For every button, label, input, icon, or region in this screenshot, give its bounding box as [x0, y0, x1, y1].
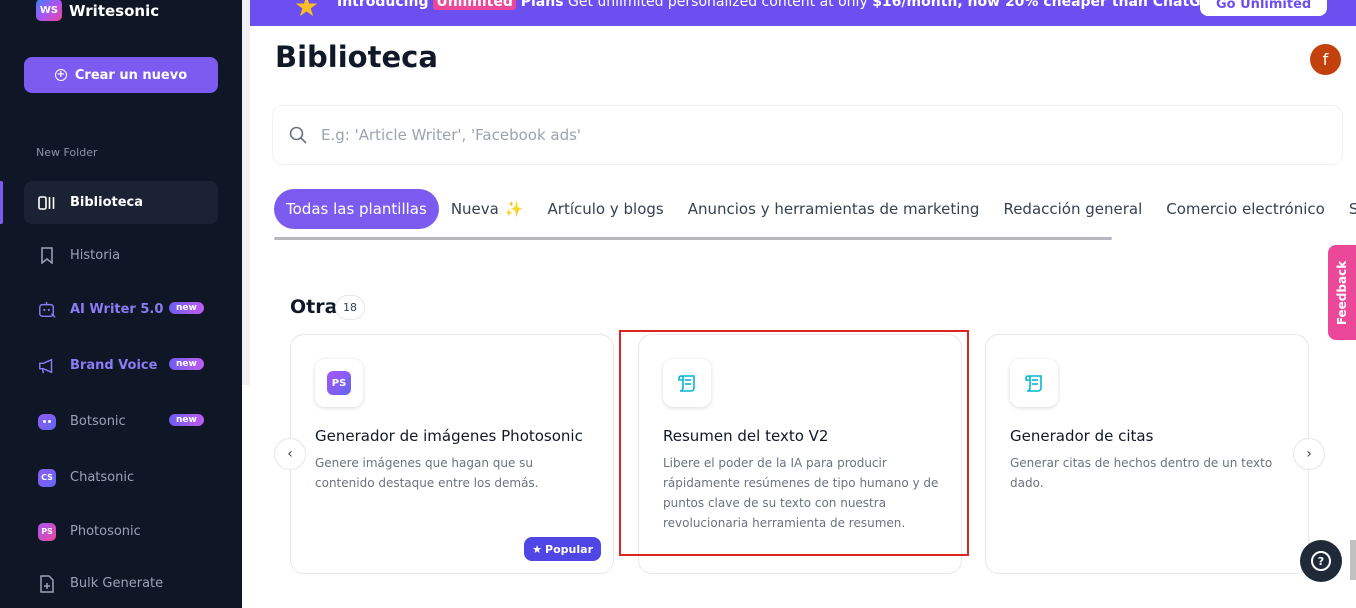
tab-articles-blogs[interactable]: Artículo y blogs	[536, 189, 676, 229]
sidebar-item-botsonic[interactable]: Botsonic new	[24, 400, 218, 443]
tab-new[interactable]: Nueva ✨	[439, 189, 536, 229]
logo-text: Writesonic	[69, 2, 160, 20]
writesonic-logo-icon: WS	[36, 0, 62, 21]
sidebar-item-label: Brand Voice	[70, 358, 158, 373]
help-button[interactable]: ?	[1300, 540, 1342, 582]
chevron-right-icon: ›	[1306, 446, 1312, 462]
card-icon	[1010, 359, 1058, 407]
new-badge: new	[169, 358, 204, 370]
star-icon: ★	[294, 0, 320, 23]
new-badge: new	[169, 414, 204, 426]
popular-badge: ★ Popular	[524, 537, 601, 561]
scroll-icon	[1025, 375, 1042, 392]
sidebar-item-label: AI Writer 5.0	[70, 302, 164, 317]
section-count: 18	[335, 295, 365, 320]
bot-icon	[38, 413, 56, 431]
tab-ecommerce[interactable]: Comercio electrónico	[1154, 189, 1337, 229]
card-title: Generador de imágenes Photosonic	[315, 427, 583, 445]
template-card-photosonic[interactable]: PS Generador de imágenes Photosonic Gene…	[290, 334, 614, 574]
sidebar-item-label: Photosonic	[70, 524, 141, 539]
photosonic-icon: PS	[327, 371, 351, 395]
tab-all-templates[interactable]: Todas las plantillas	[274, 189, 439, 229]
chatsonic-icon: CS	[38, 468, 56, 487]
sidebar-item-ai-writer[interactable]: AI Writer 5.0 new	[24, 288, 218, 331]
sidebar-item-bulk-generate[interactable]: Bulk Generate	[24, 562, 218, 605]
help-icon: ?	[1311, 551, 1331, 571]
carousel-next-button[interactable]: ›	[1293, 438, 1325, 470]
plus-circle-icon: +	[54, 69, 67, 81]
avatar[interactable]: f	[1310, 44, 1341, 75]
banner-text: Introducing Unlimited Plans Get unlimite…	[337, 0, 1224, 10]
template-tabs: Todas las plantillas Nueva ✨ Artículo y b…	[274, 189, 1356, 229]
folder-label[interactable]: New Folder	[36, 146, 97, 159]
search-icon	[289, 126, 307, 144]
sidebar-item-photosonic[interactable]: PS Photosonic	[24, 510, 218, 553]
create-new-label: Crear un nuevo	[74, 67, 188, 83]
sidebar-item-label: Botsonic	[70, 414, 126, 429]
card-title: Generador de citas	[1010, 427, 1154, 445]
card-description: Generar citas de hechos dentro de un tex…	[1010, 456, 1273, 490]
template-card-quote-generator[interactable]: Generador de citas Generar citas de hech…	[985, 334, 1309, 574]
chevron-left-icon: ‹	[287, 446, 293, 462]
sidebar-item-brand-voice[interactable]: Brand Voice new	[24, 344, 218, 387]
search-input[interactable]	[321, 124, 1221, 146]
sidebar: WS Writesonic + Crear un nuevo New Folde…	[0, 0, 242, 608]
photosonic-icon: PS	[38, 522, 56, 541]
active-indicator	[0, 181, 3, 224]
new-badge: new	[169, 302, 204, 314]
tab-ads-marketing[interactable]: Anuncios y herramientas de marketing	[676, 189, 992, 229]
tab-general-writing[interactable]: Redacción general	[991, 189, 1154, 229]
library-icon	[38, 194, 56, 212]
highlight-box	[619, 330, 969, 556]
page-scrollbar[interactable]	[1350, 540, 1356, 580]
tab-label: Nueva	[450, 200, 499, 218]
promo-banner: ★ Introducing Unlimited Plans Get unlimi…	[250, 0, 1356, 26]
tab-social[interactable]: Soc	[1337, 189, 1356, 229]
tabs-scrollbar[interactable]	[274, 237, 1112, 240]
sidebar-item-label: Chatsonic	[70, 470, 135, 485]
sidebar-item-label: Bulk Generate	[70, 576, 164, 591]
star-icon: ★	[532, 542, 543, 556]
feedback-button[interactable]: Feedback	[1328, 245, 1356, 340]
megaphone-icon	[38, 357, 56, 375]
card-icon: PS	[315, 359, 363, 407]
create-new-button[interactable]: + Crear un nuevo	[24, 57, 218, 93]
bulk-generate-icon	[38, 574, 56, 593]
sidebar-item-label: Historia	[70, 248, 121, 263]
ai-writer-icon	[38, 301, 56, 319]
section-title: Otra	[290, 296, 338, 318]
bookmark-icon	[38, 247, 56, 265]
sidebar-item-historia[interactable]: Historia	[24, 234, 218, 277]
page-title: Biblioteca	[275, 40, 438, 74]
sidebar-item-label: Biblioteca	[70, 195, 144, 210]
logo[interactable]: WS Writesonic	[36, 0, 159, 24]
sidebar-item-biblioteca[interactable]: Biblioteca	[24, 181, 218, 224]
sidebar-scroll-track	[242, 0, 250, 385]
carousel-prev-button[interactable]: ‹	[274, 438, 306, 470]
sidebar-item-chatsonic[interactable]: CS Chatsonic	[24, 456, 218, 499]
sparkle-icon: ✨	[504, 200, 524, 218]
go-unlimited-button[interactable]: Go Unlimited	[1200, 0, 1328, 16]
search-box	[273, 106, 1342, 164]
card-description: Genere imágenes que hagan que su conteni…	[315, 456, 539, 490]
